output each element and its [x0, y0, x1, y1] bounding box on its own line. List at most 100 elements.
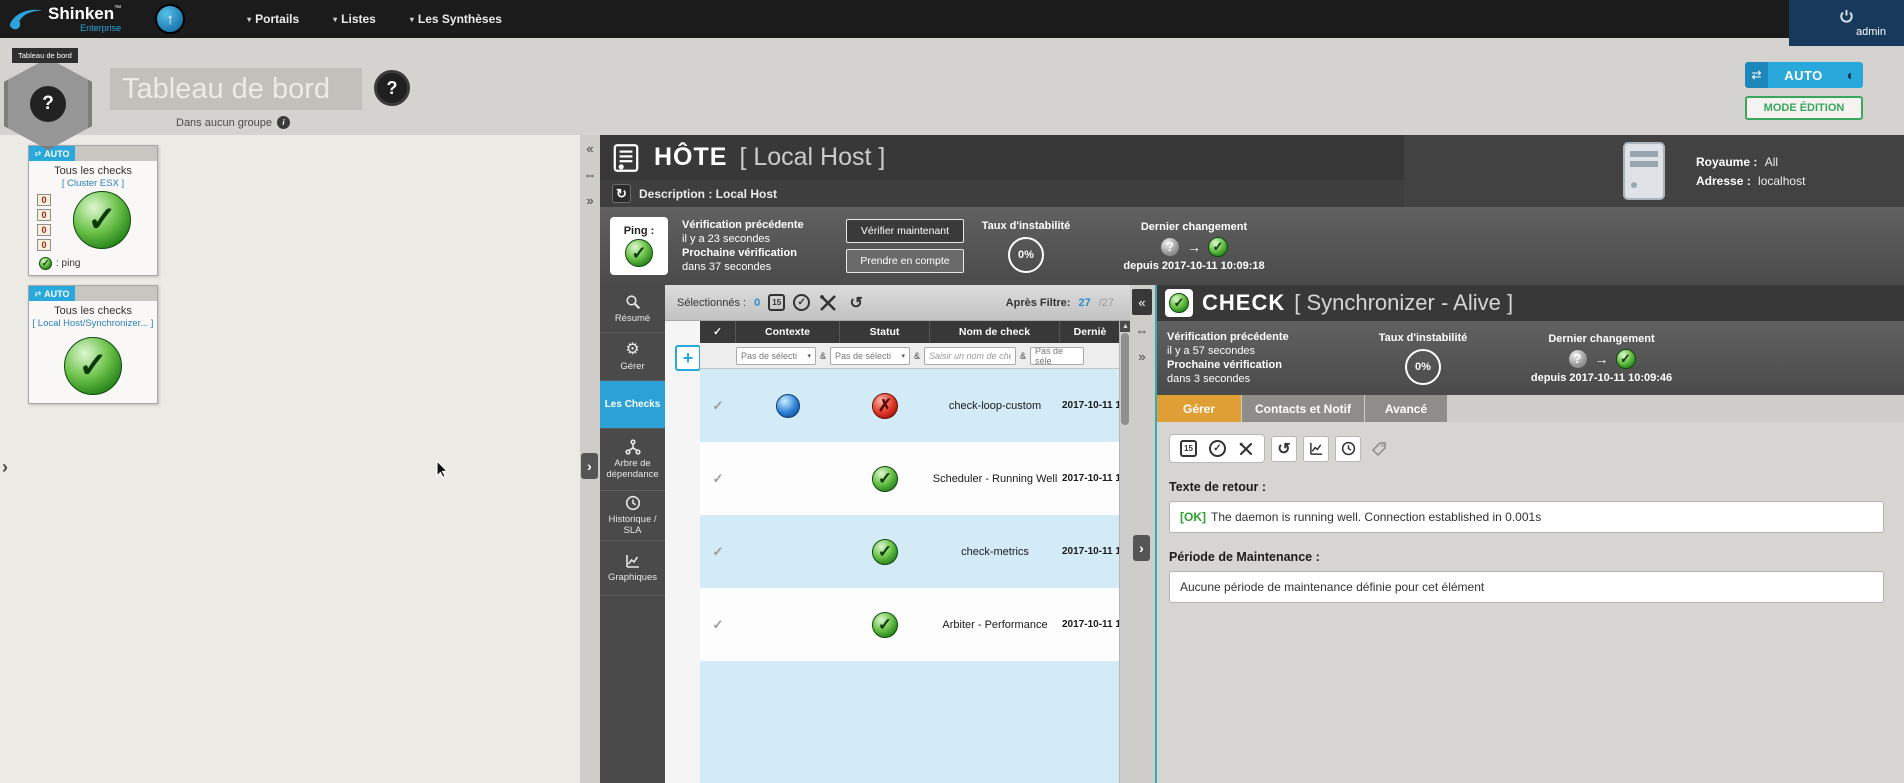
realm-value: All — [1765, 155, 1778, 169]
row-select-check[interactable]: ✓ — [713, 398, 724, 414]
check-name[interactable]: Arbiter - Performance — [930, 588, 1060, 661]
help-button[interactable]: ? — [374, 70, 410, 106]
menu-portails[interactable]: ▾ Portails — [247, 12, 299, 26]
widget-body: ✓ — [29, 329, 157, 403]
auto-badge[interactable]: ⇄ AUTO — [29, 286, 75, 301]
shinken-logo[interactable]: Shinken™ Enterprise — [8, 5, 121, 33]
ok-status-icon: ✓ — [872, 466, 898, 492]
column-contexte[interactable]: Contexte — [736, 321, 840, 343]
scroll-top-button[interactable]: ↑ — [155, 4, 185, 34]
collapse-right-icon[interactable]: » — [1132, 349, 1152, 364]
tag-icon[interactable] — [1371, 441, 1387, 457]
table-row[interactable]: ✓ ✗ check-loop-custom 2017-10-11 1... — [700, 369, 1120, 442]
acknowledge-button[interactable]: Prendre en compte — [846, 249, 964, 273]
check-times: Vérification précédente il y a 23 second… — [682, 218, 832, 274]
history-clock-icon[interactable] — [1335, 436, 1361, 462]
tab-gerer[interactable]: Gérer — [1157, 395, 1241, 422]
select-all-header[interactable]: ✓ — [700, 321, 736, 343]
prev-check-label: Vérification précédente — [682, 218, 832, 232]
tools-icon[interactable] — [818, 293, 838, 313]
tools-icon[interactable] — [1238, 441, 1254, 457]
widget-synchronizer[interactable]: ⇄ AUTO Tous les checks [ Local Host/Sync… — [28, 285, 158, 404]
menu-listes[interactable]: ▾ Listes — [333, 12, 376, 26]
next-check-label: Prochaine vérification — [1167, 358, 1352, 372]
tab-gerer[interactable]: ⚙ Gérer — [600, 333, 665, 381]
last-change-since: depuis 2017-10-11 10:09:18 — [1088, 260, 1300, 272]
edit-mode-button[interactable]: MODE ÉDITION — [1745, 96, 1863, 120]
table-row[interactable]: ✓ ✓ Arbiter - Performance 2017-10-11 1..… — [700, 588, 1120, 661]
ping-label: Ping : — [624, 225, 655, 237]
collapse-left-icon[interactable]: « — [580, 141, 600, 156]
resize-horizontal-icon[interactable]: ⇔ — [580, 167, 600, 182]
widget-cluster-esx[interactable]: ⇄ AUTO Tous les checks [ Cluster ESX ] 0… — [28, 145, 158, 276]
schedule-downtime-icon[interactable]: 15 — [768, 294, 785, 311]
tab-avance[interactable]: Avancé — [1365, 395, 1447, 422]
ping-status-box[interactable]: Ping : ✓ — [610, 217, 668, 275]
date-filter-select[interactable]: Pas de séle — [1030, 347, 1084, 365]
row-select-check[interactable]: ✓ — [713, 471, 724, 487]
expand-panel-handle[interactable]: › — [1133, 535, 1150, 561]
scrollbar-thumb[interactable] — [1121, 333, 1129, 425]
flapping-block: Taux d'instabilité 0% — [978, 220, 1074, 273]
auto-badge[interactable]: ⇄ AUTO — [29, 146, 75, 161]
name-filter-input[interactable] — [924, 347, 1016, 365]
check-name[interactable]: check-metrics — [930, 515, 1060, 588]
user-menu[interactable]: admin — [1789, 0, 1904, 46]
graph-icon[interactable] — [1303, 436, 1329, 462]
flapping-value: 0% — [1405, 349, 1441, 385]
tab-label: Les Checks — [605, 399, 661, 410]
check-now-button[interactable]: Vérifier maintenant — [846, 219, 964, 243]
row-select-check[interactable]: ✓ — [713, 544, 724, 560]
auto-badge-label: AUTO — [44, 149, 69, 159]
reset-icon[interactable]: ↺ — [846, 293, 866, 313]
auto-refresh-button[interactable]: ⇄ AUTO ◐ — [1745, 62, 1863, 88]
tab-les-checks[interactable]: Les Checks — [600, 381, 665, 429]
add-check-button[interactable]: + — [675, 345, 701, 371]
context-filter-select[interactable]: Pas de sélecti ▾ — [736, 347, 816, 365]
hexagon-help-icon[interactable]: ? — [30, 86, 66, 122]
column-statut[interactable]: Statut — [840, 321, 930, 343]
schedule-downtime-icon[interactable]: 15 — [1180, 440, 1197, 457]
collapse-left-icon[interactable]: « — [1132, 289, 1152, 315]
last-change-label: Dernier changement — [1494, 333, 1709, 345]
acknowledge-icon[interactable]: ✓ — [1209, 440, 1226, 457]
info-icon[interactable]: i — [277, 116, 290, 129]
tab-graphiques[interactable]: Graphiques — [600, 541, 665, 596]
check-name[interactable]: Scheduler - Running Well — [930, 442, 1060, 515]
check-name[interactable]: check-loop-custom — [930, 369, 1060, 442]
row-select-check[interactable]: ✓ — [713, 617, 724, 633]
brand-trademark: ™ — [114, 5, 121, 12]
column-nom-de-check[interactable]: Nom de check — [930, 321, 1060, 343]
status-counters: 0 0 0 0 — [37, 194, 51, 251]
ok-icon: ✓ — [39, 257, 52, 270]
next-check-label: Prochaine vérification — [682, 246, 832, 260]
refresh-icon: ⇄ — [34, 289, 41, 298]
tab-contacts-notif[interactable]: Contacts et Notif — [1242, 395, 1364, 422]
column-dernier[interactable]: Derniè — [1060, 321, 1120, 343]
and-separator: & — [914, 351, 920, 361]
reset-icon[interactable]: ↺ — [1271, 436, 1297, 462]
widget-target-link[interactable]: [ Local Host/Synchronizer... ] — [29, 318, 157, 329]
expand-left-panel-icon[interactable]: › — [2, 457, 8, 478]
table-scrollbar[interactable]: ▲ — [1119, 321, 1130, 783]
scroll-up-icon[interactable]: ▲ — [1120, 321, 1130, 332]
reload-icon[interactable]: ↻ — [612, 184, 631, 203]
table-row[interactable]: ✓ ✓ check-metrics 2017-10-11 1... — [700, 515, 1120, 588]
refresh-icon: ⇄ — [1745, 62, 1768, 88]
tab-historique-sla[interactable]: Historique / SLA — [600, 491, 665, 541]
unknown-state-icon: ? — [1160, 237, 1180, 257]
acknowledge-icon[interactable]: ✓ — [793, 294, 810, 311]
tab-resume[interactable]: Résumé — [600, 285, 665, 333]
table-header-row: ✓ Contexte Statut Nom de check Derniè — [700, 321, 1120, 343]
expand-panel-handle[interactable]: › — [581, 453, 598, 479]
username-label: admin — [1856, 26, 1886, 38]
menu-syntheses[interactable]: ▾ Les Synthèses — [410, 12, 502, 26]
host-icon — [610, 142, 642, 174]
tab-arbre-dependance[interactable]: Arbre de dépendance — [600, 429, 665, 491]
collapse-right-icon[interactable]: » — [580, 193, 600, 208]
tab-label: Graphiques — [608, 572, 657, 583]
resize-horizontal-icon[interactable]: ⇔ — [1132, 323, 1152, 338]
widget-target-link[interactable]: [ Cluster ESX ] — [29, 178, 157, 189]
status-filter-select[interactable]: Pas de sélecti ▾ — [830, 347, 910, 365]
table-row[interactable]: ✓ ✓ Scheduler - Running Well 2017-10-11 … — [700, 442, 1120, 515]
